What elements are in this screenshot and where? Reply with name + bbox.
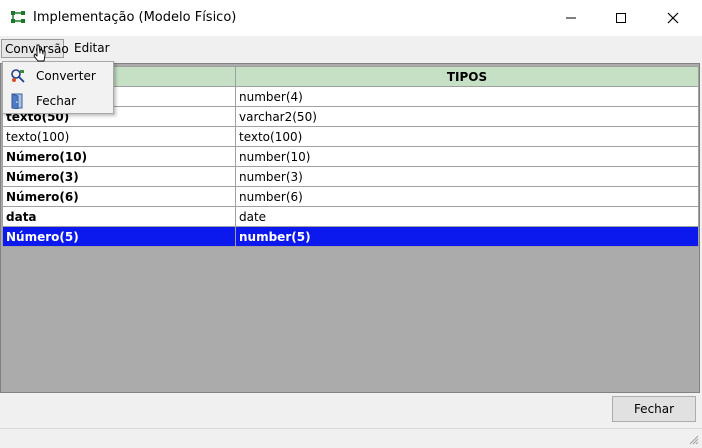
- table-row[interactable]: Número(3) number(3): [2, 166, 699, 187]
- minimize-icon: [566, 17, 576, 19]
- implementation-window: Implementação (Modelo Físico) Conversão …: [0, 0, 702, 448]
- table-row[interactable]: Número(6) number(6): [2, 186, 699, 207]
- maximize-icon: [616, 13, 626, 23]
- grid-cell[interactable]: texto(100): [2, 126, 236, 147]
- table-row-selected[interactable]: Número(5) number(5): [2, 226, 699, 247]
- menu-item-converter[interactable]: Converter: [3, 64, 113, 88]
- window-title: Implementação (Modelo Físico): [33, 10, 237, 25]
- mouse-cursor-icon: [33, 44, 46, 62]
- grid-cell[interactable]: data: [2, 206, 236, 227]
- grid-cell[interactable]: number(6): [235, 186, 699, 207]
- grid-cell[interactable]: Número(10): [2, 146, 236, 167]
- menu-item-fechar[interactable]: Fechar: [3, 89, 113, 113]
- title-bar: Implementação (Modelo Físico): [0, 0, 702, 36]
- close-icon: [667, 12, 679, 24]
- close-button[interactable]: Fechar: [612, 396, 696, 422]
- menu-editar[interactable]: Editar: [71, 39, 113, 58]
- menu-item-label: Converter: [36, 69, 96, 83]
- grid-cell[interactable]: varchar2(50): [235, 106, 699, 127]
- grid-cell[interactable]: Número(5): [2, 226, 236, 247]
- grid-cell[interactable]: number(5): [235, 226, 699, 247]
- app-icon: [11, 11, 25, 23]
- resize-grip-icon[interactable]: [687, 433, 699, 445]
- grid-cell[interactable]: texto(100): [235, 126, 699, 147]
- maximize-button[interactable]: [598, 0, 644, 36]
- table-row[interactable]: data date: [2, 206, 699, 227]
- grid-header-cell: TIPOS: [235, 66, 699, 87]
- grid-cell[interactable]: Número(3): [2, 166, 236, 187]
- close-window-button[interactable]: [650, 0, 696, 36]
- grid-cell[interactable]: Número(6): [2, 186, 236, 207]
- door-icon: [11, 93, 23, 109]
- menu-item-label: Fechar: [36, 94, 77, 108]
- table-row[interactable]: texto(100) texto(100): [2, 126, 699, 147]
- status-bar: [0, 428, 702, 448]
- conversao-dropdown-menu: Converter Fechar: [2, 61, 114, 114]
- grid-cell[interactable]: number(4): [235, 86, 699, 107]
- minimize-button[interactable]: [548, 0, 594, 36]
- menu-bar: Conversão Editar: [0, 37, 702, 60]
- grid-cell[interactable]: number(10): [235, 146, 699, 167]
- table-row[interactable]: Número(10) number(10): [2, 146, 699, 167]
- grid-cell[interactable]: date: [235, 206, 699, 227]
- convert-icon: [11, 69, 25, 83]
- grid-cell[interactable]: number(3): [235, 166, 699, 187]
